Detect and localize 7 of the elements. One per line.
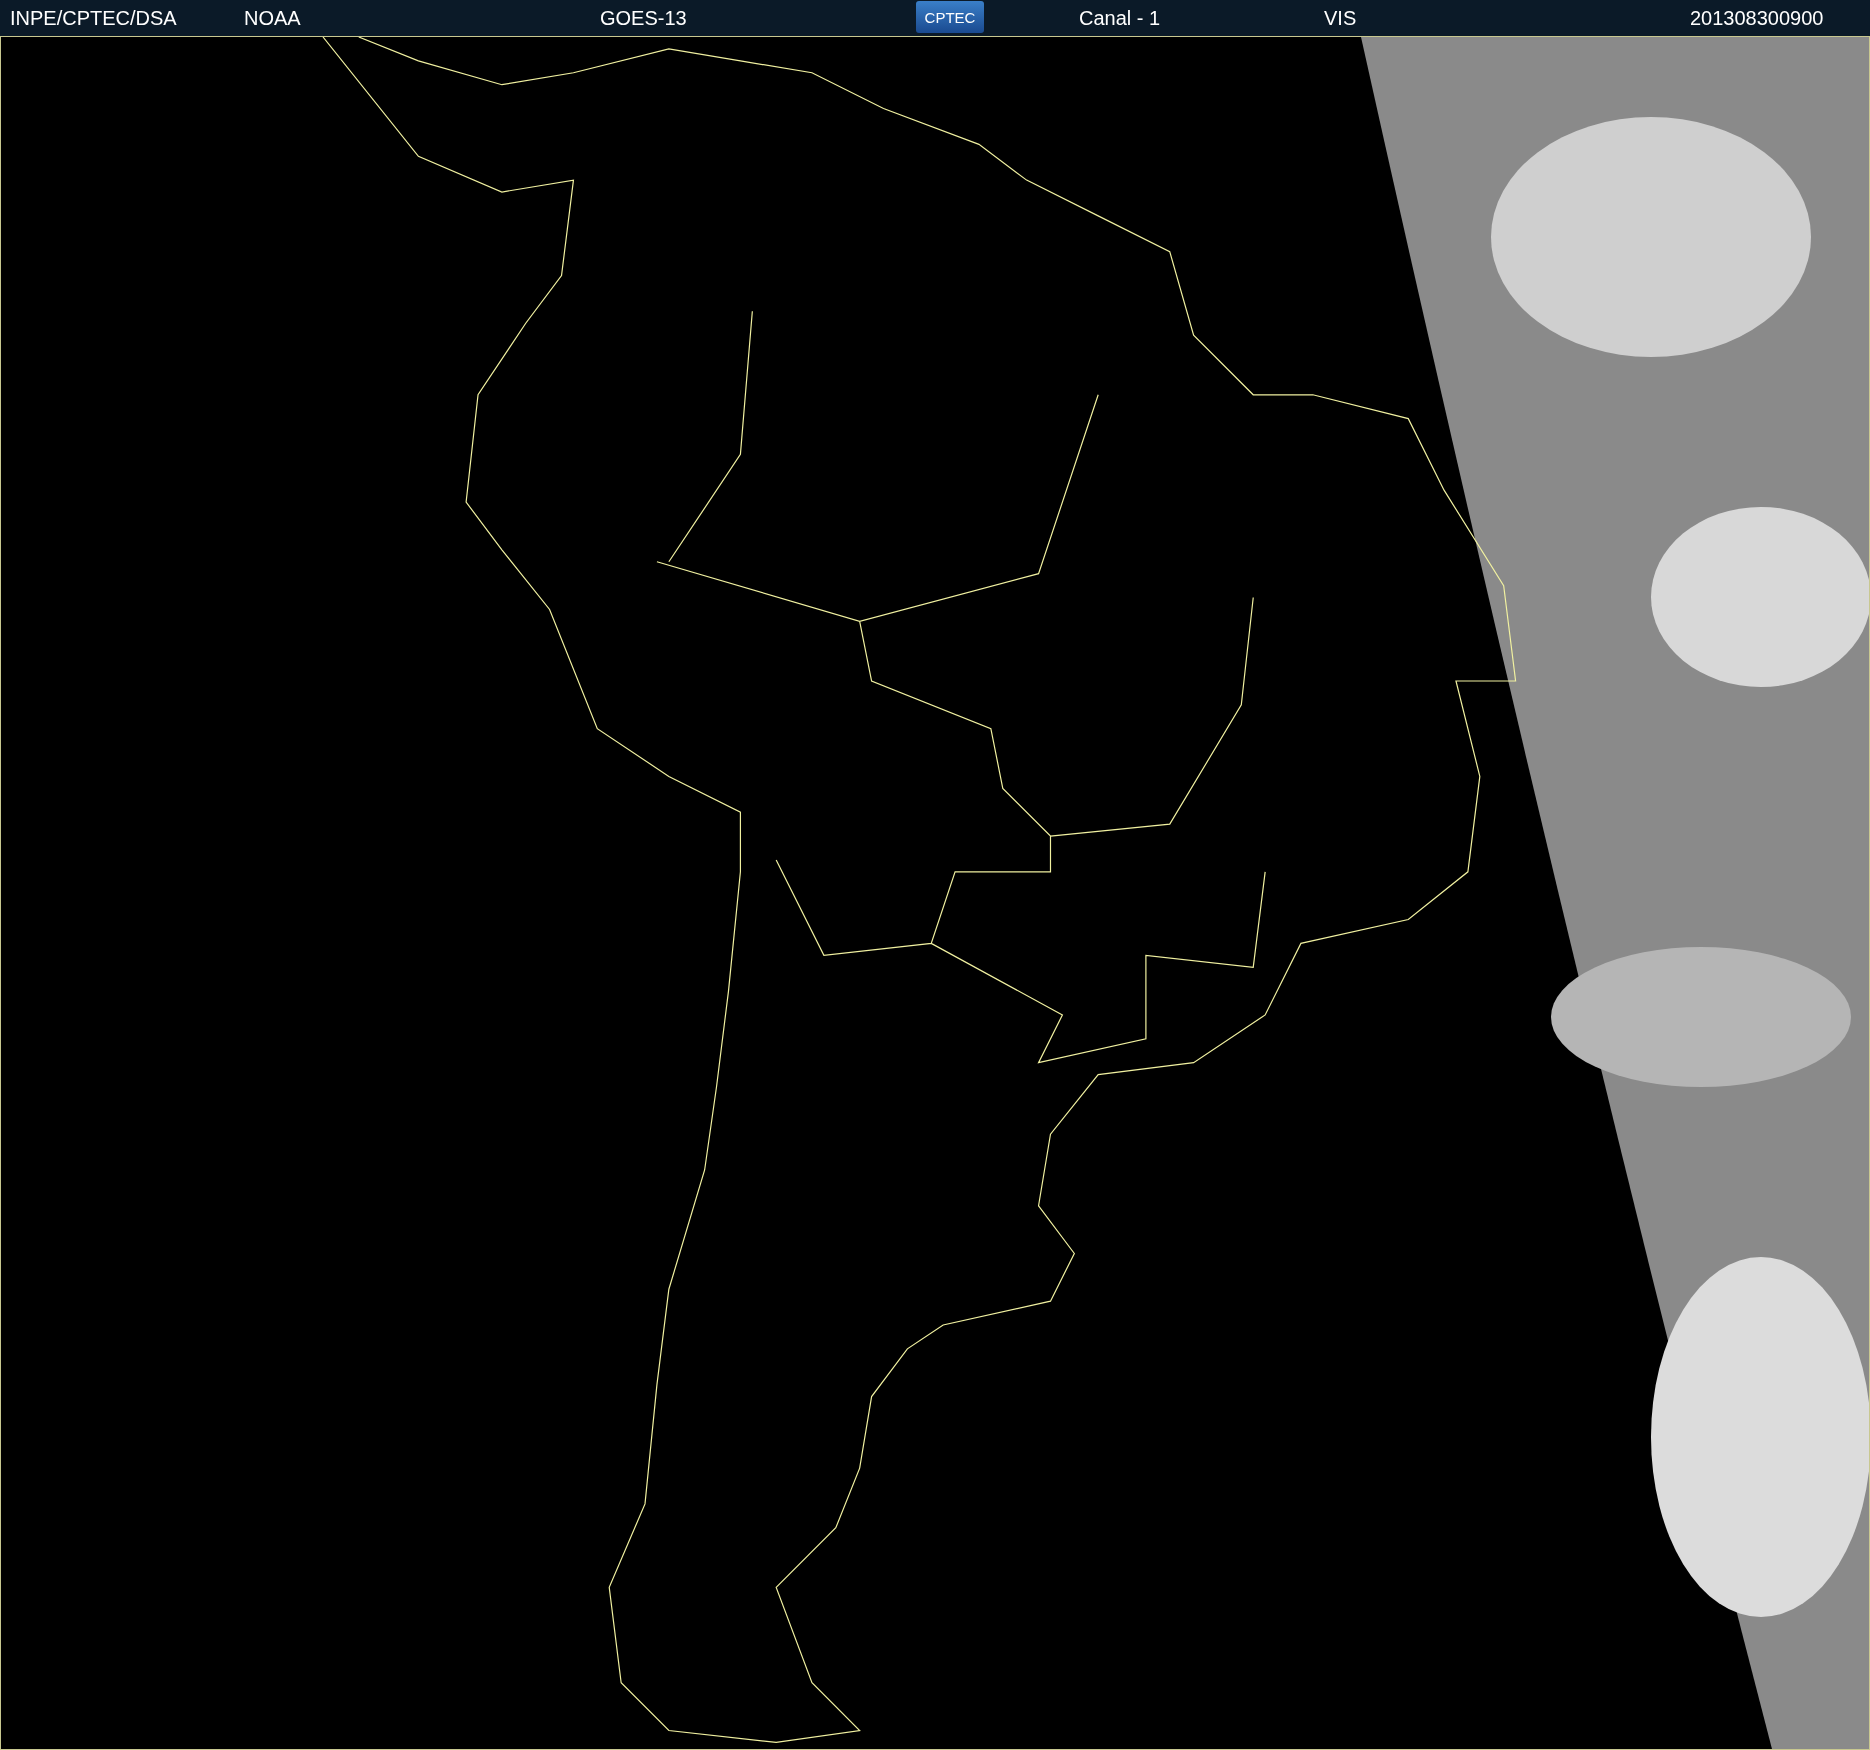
header-label: GOES-13 xyxy=(600,7,687,30)
header-label: Canal - 1 xyxy=(1079,7,1161,30)
header-label: INPE/CPTEC/DSA xyxy=(10,7,177,30)
header-label: 201308300900 xyxy=(1690,7,1824,30)
header-label: NOAA xyxy=(244,7,301,30)
logo: CPTEC xyxy=(916,1,984,33)
header-label: VIS xyxy=(1324,7,1357,30)
